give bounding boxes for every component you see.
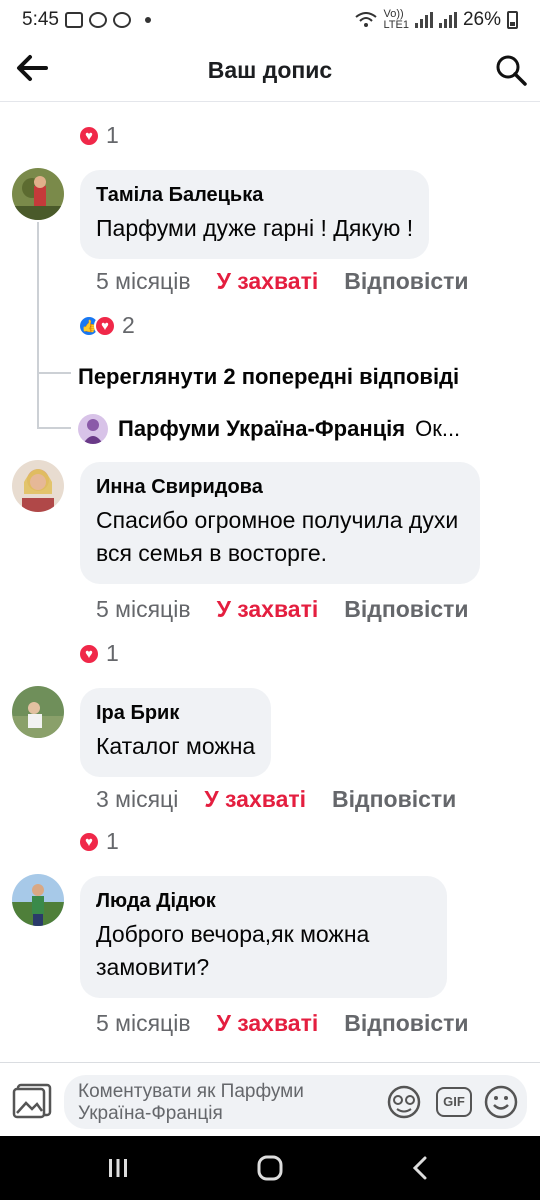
- love-reaction-button[interactable]: У захваті: [217, 1010, 319, 1037]
- battery-percent: 26%: [462, 9, 501, 30]
- reply-button[interactable]: Відповісти: [344, 596, 468, 623]
- gif-button[interactable]: GIF: [436, 1087, 472, 1117]
- page-title: Ваш допис: [207, 57, 333, 83]
- status-left: 5:45: [22, 9, 151, 31]
- comment-text: Каталог можна: [96, 733, 256, 759]
- back-nav-icon[interactable]: [400, 1152, 440, 1184]
- search-icon[interactable]: [494, 53, 528, 87]
- system-navigation-bar: [0, 1136, 540, 1200]
- battery-icon: [507, 11, 518, 29]
- more-notifications-dot-icon: [144, 17, 151, 23]
- recent-apps-icon[interactable]: [98, 1152, 138, 1184]
- reaction-summary[interactable]: 👍 ♥ 2: [78, 312, 135, 339]
- reply-button[interactable]: Відповісти: [344, 1010, 468, 1037]
- thread-branch: [37, 427, 71, 429]
- reaction-count: 1: [106, 828, 119, 854]
- gallery-notification-icon: [64, 12, 83, 28]
- reaction-summary[interactable]: ♥ 1: [78, 828, 119, 855]
- love-reaction-icon: ♥: [78, 124, 100, 147]
- thread-line: [37, 222, 39, 428]
- comment-author[interactable]: Іра Брик: [96, 700, 255, 726]
- comment-text: Парфуми дуже гарні ! Дякую !: [96, 215, 414, 241]
- page-avatar: [78, 414, 108, 444]
- view-previous-replies-link[interactable]: Переглянути 2 попередні відповіді: [78, 364, 459, 390]
- comment-bubble[interactable]: Іра Брик Каталог можна: [80, 688, 272, 777]
- comment-actions: 3 місяці У захваті Відповісти: [96, 786, 456, 813]
- avatar[interactable]: [12, 686, 64, 738]
- comment-author[interactable]: Инна Свиридова: [96, 474, 464, 500]
- comment-placeholder: Коментувати як Парфуми Україна-Франція: [78, 1081, 304, 1124]
- reaction-summary[interactable]: ♥ 1: [78, 640, 119, 667]
- signal-icon: [414, 12, 433, 28]
- comment-actions: 5 місяців У захваті Відповісти: [96, 596, 469, 623]
- love-reaction-button[interactable]: У захваті: [217, 268, 319, 295]
- comment-composer: Коментувати як Парфуми Україна-Франція G…: [0, 1062, 540, 1136]
- status-right: Vo)) LTE1 26%: [355, 9, 518, 31]
- comment-text: Спасибо огромное получила духи вся семья…: [96, 507, 459, 566]
- wifi-icon: [355, 12, 378, 27]
- comment-actions: 5 місяців У захваті Відповісти: [96, 1010, 469, 1037]
- thread-branch: [37, 372, 71, 374]
- avatar[interactable]: [12, 874, 64, 926]
- reaction-summary[interactable]: ♥ 1: [78, 122, 119, 149]
- signal-icon-2: [438, 12, 457, 28]
- comment-bubble[interactable]: Таміла Балецька Парфуми дуже гарні ! Дяк…: [80, 170, 430, 259]
- reply-snippet: Ок...: [415, 416, 461, 441]
- back-arrow-icon[interactable]: [14, 54, 50, 88]
- photo-attach-icon[interactable]: [12, 1083, 52, 1119]
- viber-notification-icon-2: [112, 12, 131, 28]
- love-reaction-button[interactable]: У захваті: [204, 786, 306, 813]
- comments-feed[interactable]: ♥ 1 Таміла Балецька Парфуми дуже гарні !…: [0, 102, 540, 1062]
- viber-notification-icon: [88, 12, 107, 28]
- love-reaction-icon: ♥: [94, 314, 116, 337]
- comment-actions: 5 місяців У захваті Відповісти: [96, 268, 469, 295]
- reaction-count: 1: [106, 640, 119, 666]
- avatar[interactable]: [12, 168, 64, 220]
- avatar-sticker-icon[interactable]: [384, 1085, 424, 1119]
- reaction-icons: 👍 ♥: [78, 314, 116, 337]
- lte-label: LTE1: [383, 19, 409, 31]
- comment-text: Доброго вечора,як можна замовити?: [96, 921, 370, 980]
- love-reaction-button[interactable]: У захваті: [217, 596, 319, 623]
- comment-time[interactable]: 5 місяців: [96, 596, 191, 623]
- avatar[interactable]: [12, 460, 64, 512]
- status-time: 5:45: [22, 9, 59, 30]
- reaction-count: 2: [122, 312, 135, 338]
- reply-button[interactable]: Відповісти: [344, 268, 468, 295]
- comment-bubble[interactable]: Люда Дідюк Доброго вечора,як можна замов…: [80, 876, 447, 998]
- top-app-bar: Ваш допис: [0, 40, 540, 102]
- reply-preview[interactable]: Парфуми Україна-Франція Ок...: [78, 414, 460, 444]
- comment-time[interactable]: 3 місяці: [96, 786, 178, 813]
- comment-author[interactable]: Люда Дідюк: [96, 888, 431, 914]
- comment-input[interactable]: Коментувати як Парфуми Україна-Франція G…: [64, 1075, 527, 1129]
- reaction-count: 1: [106, 122, 119, 148]
- love-reaction-icon: ♥: [78, 642, 100, 665]
- home-icon[interactable]: [250, 1152, 290, 1184]
- reply-button[interactable]: Відповісти: [332, 786, 456, 813]
- reply-author[interactable]: Парфуми Україна-Франція: [118, 416, 405, 442]
- comment-bubble[interactable]: Инна Свиридова Спасибо огромное получила…: [80, 462, 480, 584]
- emoji-icon[interactable]: [484, 1085, 520, 1119]
- comment-time[interactable]: 5 місяців: [96, 1010, 191, 1037]
- volte-indicator: Vo)) LTE1: [383, 9, 408, 31]
- love-reaction-icon: ♥: [78, 830, 100, 853]
- comment-author[interactable]: Таміла Балецька: [96, 182, 413, 208]
- status-bar: 5:45 Vo)) LTE1 26%: [0, 0, 540, 40]
- comment-time[interactable]: 5 місяців: [96, 268, 191, 295]
